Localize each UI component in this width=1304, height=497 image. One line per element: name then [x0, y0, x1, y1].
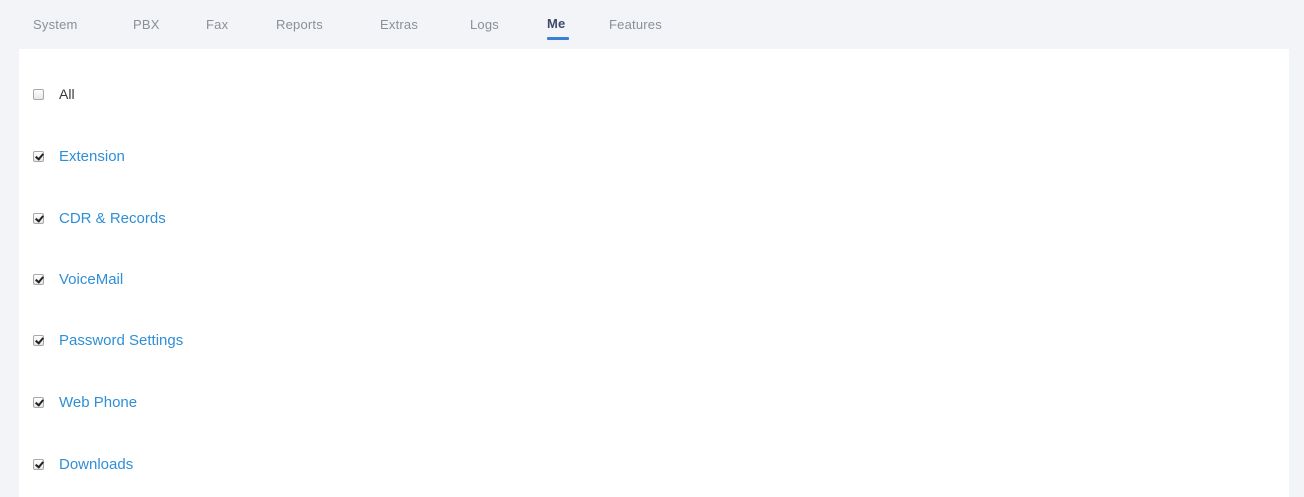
- all-label: All: [59, 86, 75, 102]
- voicemail-label[interactable]: VoiceMail: [59, 271, 123, 288]
- web-phone-checkbox[interactable]: [33, 396, 44, 408]
- extension-label[interactable]: Extension: [59, 148, 125, 165]
- cdr-records-checkbox[interactable]: [33, 212, 44, 224]
- tab-reports[interactable]: Reports: [276, 17, 323, 32]
- tab-system[interactable]: System: [33, 17, 78, 32]
- password-settings-label[interactable]: Password Settings: [59, 332, 183, 349]
- tab-features[interactable]: Features: [609, 17, 662, 32]
- password-settings-checkbox[interactable]: [33, 334, 44, 346]
- permission-web-phone-row[interactable]: Web Phone: [33, 391, 137, 413]
- permission-extension-row[interactable]: Extension: [33, 145, 125, 167]
- downloads-checkbox[interactable]: [33, 458, 44, 470]
- all-checkbox[interactable]: [33, 88, 44, 100]
- active-tab-indicator: [547, 37, 569, 40]
- tab-logs[interactable]: Logs: [470, 17, 499, 32]
- tab-extras[interactable]: Extras: [380, 17, 418, 32]
- permission-cdr-records-row[interactable]: CDR & Records: [33, 207, 166, 229]
- permission-voicemail-row[interactable]: VoiceMail: [33, 268, 123, 290]
- voicemail-checkbox[interactable]: [33, 273, 44, 285]
- extension-checkbox[interactable]: [33, 150, 44, 162]
- permission-all-row[interactable]: All: [33, 83, 75, 105]
- tab-fax[interactable]: Fax: [206, 17, 228, 32]
- tab-me[interactable]: Me: [547, 16, 565, 31]
- downloads-label[interactable]: Downloads: [59, 456, 133, 473]
- tab-pbx[interactable]: PBX: [133, 17, 160, 32]
- permission-downloads-row[interactable]: Downloads: [33, 453, 133, 475]
- permission-password-settings-row[interactable]: Password Settings: [33, 329, 183, 351]
- tab-bar: System PBX Fax Reports Extras Logs Me Fe…: [19, 0, 1289, 49]
- web-phone-label[interactable]: Web Phone: [59, 394, 137, 411]
- permissions-panel: All Extension CDR & Records VoiceMail Pa…: [19, 49, 1289, 497]
- cdr-records-label[interactable]: CDR & Records: [59, 210, 166, 227]
